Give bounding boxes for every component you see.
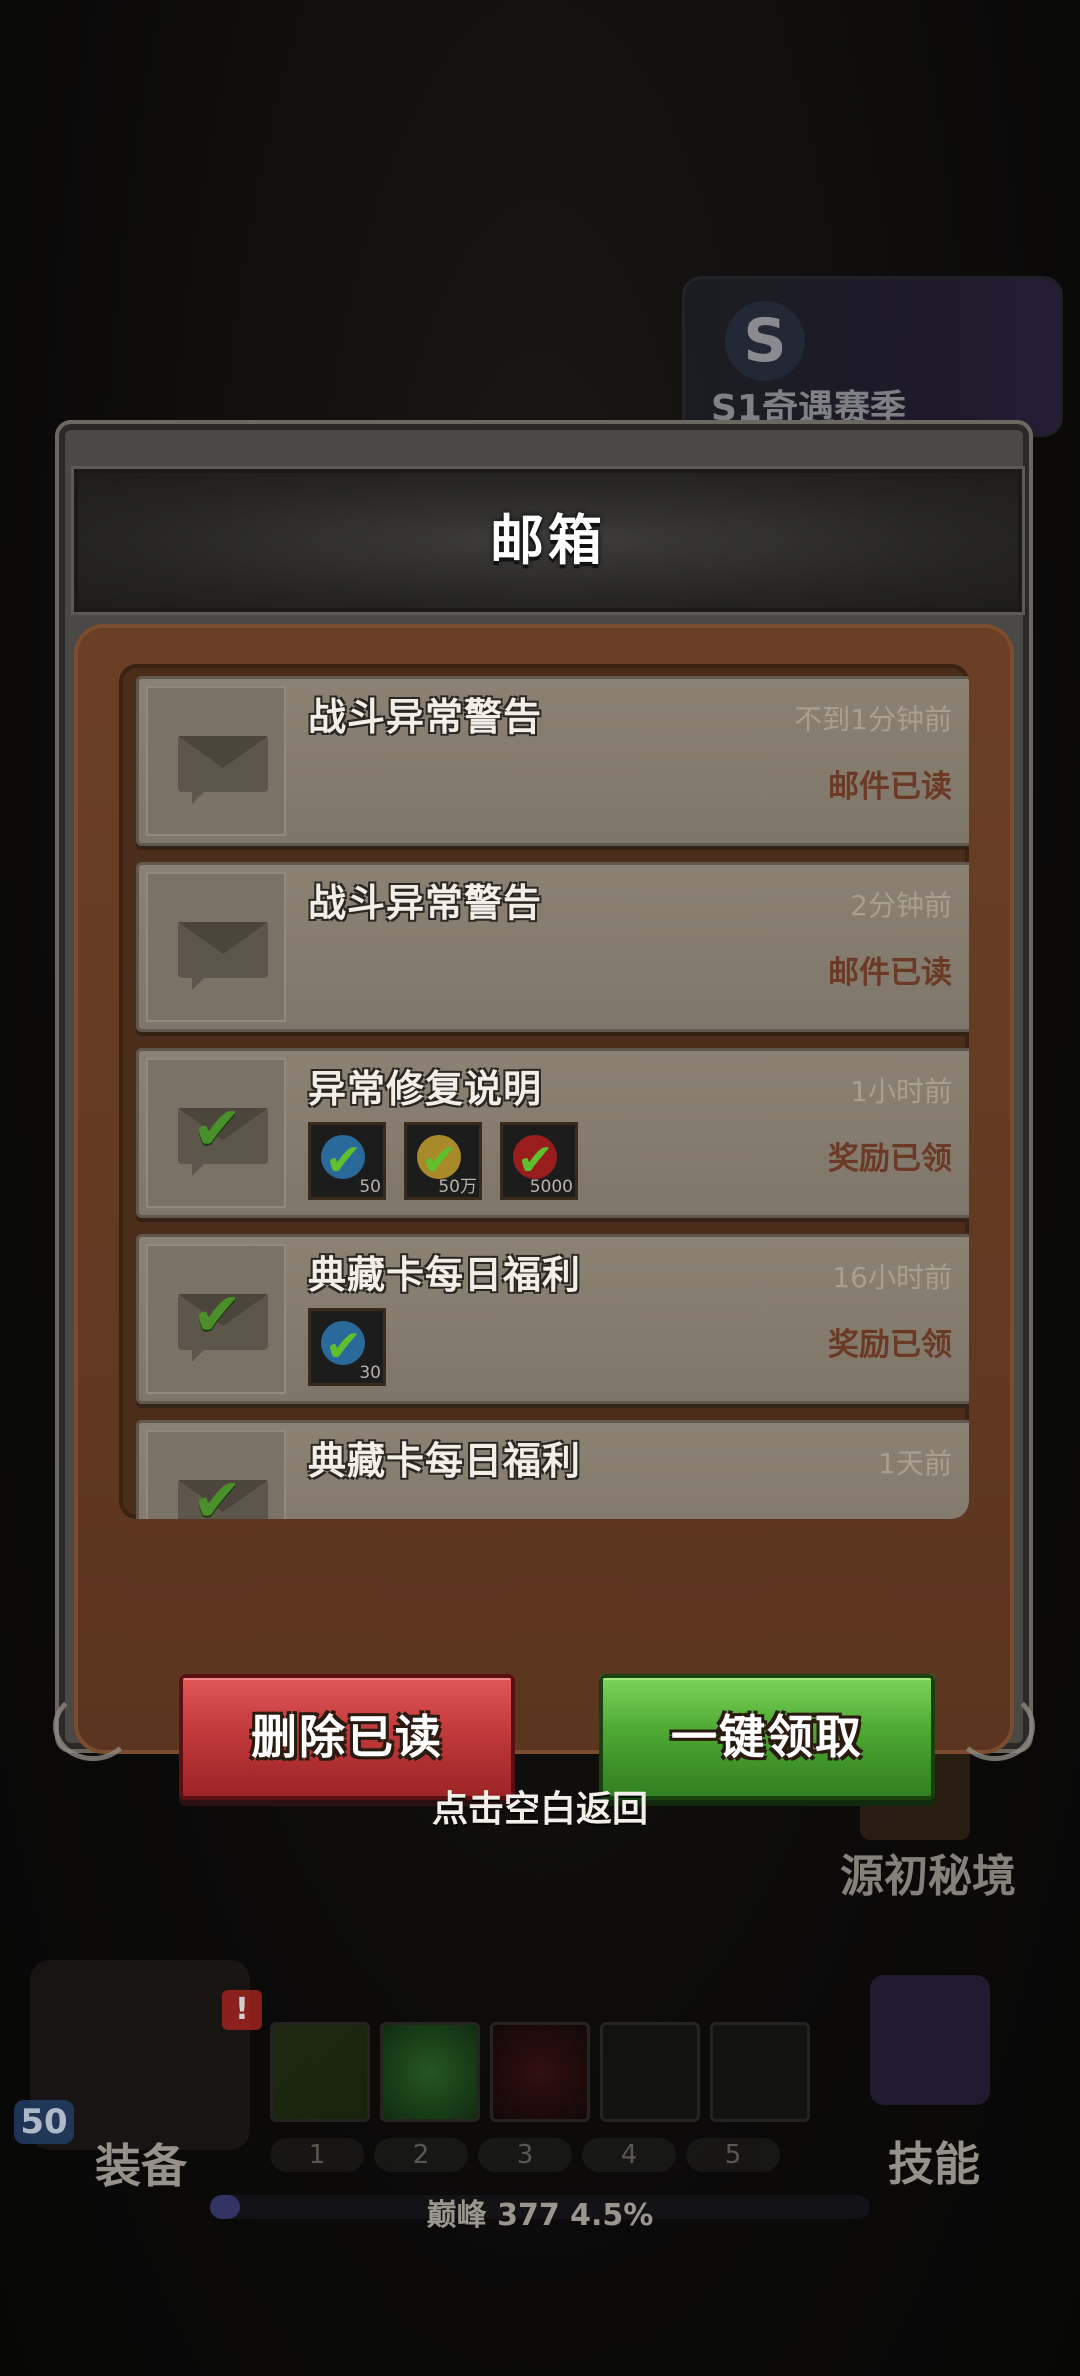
reward-list: ✔ 30 — [308, 1308, 386, 1386]
equip-label[interactable]: 装备 — [95, 2130, 187, 2196]
envelope-tail — [192, 790, 206, 804]
corner-ornament-right — [955, 1691, 1035, 1761]
mail-time: 不到1分钟前 — [794, 703, 952, 736]
mail-status: 邮件已读 — [828, 955, 952, 991]
mailbox-modal: 邮箱 战斗异常警告 不到1分钟前 邮件已读 战斗异常警告 2分钟前 邮件已读 ✔ 异常修复说明… — [53, 400, 1035, 1800]
skill-slot[interactable] — [710, 2022, 810, 2122]
checkmark-icon: ✔ — [192, 1094, 243, 1164]
reward-quantity: 50 — [359, 1177, 381, 1197]
corner-ornament-left — [53, 1691, 133, 1761]
reward-item[interactable]: ✔ 50 — [308, 1122, 386, 1200]
skill-slot[interactable] — [600, 2022, 700, 2122]
claimed-check-icon: ✔ — [325, 1321, 362, 1372]
slot-number: 1 — [270, 2138, 364, 2172]
mail-status: 奖励已领 — [828, 1141, 952, 1177]
modal-frame: 邮箱 战斗异常警告 不到1分钟前 邮件已读 战斗异常警告 2分钟前 邮件已读 ✔ 异常修复说明… — [53, 420, 1035, 1800]
season-s-icon: S — [725, 301, 805, 381]
checkmark-icon: ✔ — [192, 1466, 243, 1519]
slot-number: 4 — [582, 2138, 676, 2172]
mail-title: 典藏卡每日福利 — [308, 1253, 582, 1297]
envelope-icon — [146, 686, 286, 836]
mail-status: 奖励已领 — [828, 1327, 952, 1363]
mail-item[interactable]: ✔ 典藏卡每日福利 1天前 — [136, 1420, 969, 1519]
peak-text: 巅峰 377 4.5% — [426, 2198, 654, 2233]
mail-title: 异常修复说明 — [308, 1067, 543, 1111]
mail-time: 1小时前 — [850, 1075, 952, 1108]
reward-item[interactable]: ✔ 30 — [308, 1308, 386, 1386]
mail-item[interactable]: 战斗异常警告 2分钟前邮件已读 — [136, 862, 969, 1032]
claimed-check-icon: ✔ — [325, 1135, 362, 1186]
mail-title: 战斗异常警告 — [308, 881, 543, 925]
reward-item[interactable]: ✔ 50万 — [404, 1122, 482, 1200]
skill-slot[interactable] — [380, 2022, 480, 2122]
reward-quantity: 5000 — [529, 1177, 573, 1197]
envelope-check-icon: ✔ — [146, 1430, 286, 1519]
mail-list[interactable]: 战斗异常警告 不到1分钟前 邮件已读 战斗异常警告 2分钟前 邮件已读 ✔ 异常修复说明 1小时… — [119, 664, 969, 1519]
skill-slot[interactable] — [270, 2022, 370, 2122]
envelope-tail — [192, 976, 206, 990]
envelope-shape — [178, 736, 268, 804]
skill-slots — [270, 2022, 810, 2122]
mail-time: 1天前 — [878, 1447, 952, 1480]
origin-realm-label: 源初秘境 — [840, 1851, 1016, 1902]
mail-time: 2分钟前 — [850, 889, 952, 922]
mail-item[interactable]: ✔ 异常修复说明 1小时前 奖励已领 ✔ 50 ✔ 50万 ✔ 5000 — [136, 1048, 969, 1218]
modal-body: 战斗异常警告 不到1分钟前 邮件已读 战斗异常警告 2分钟前 邮件已读 ✔ 异常修复说明 1小时… — [74, 624, 1014, 1800]
reward-list: ✔ 50 ✔ 50万 ✔ 5000 — [308, 1122, 578, 1200]
reward-quantity: 50万 — [438, 1177, 477, 1197]
slot-number: 3 — [478, 2138, 572, 2172]
envelope-flap — [178, 922, 268, 954]
mail-status: 邮件已读 — [828, 769, 952, 805]
reward-quantity: 30 — [359, 1363, 381, 1383]
envelope-shape — [178, 922, 268, 990]
envelope-check-icon: ✔ — [146, 1058, 286, 1208]
tap-blank-return-hint[interactable]: 点击空白返回 — [0, 1780, 1080, 1832]
mail-item[interactable]: 战斗异常警告 不到1分钟前邮件已读 — [136, 676, 969, 846]
reward-item[interactable]: ✔ 5000 — [500, 1122, 578, 1200]
alert-badge: ! — [222, 1990, 262, 2030]
envelope-tail — [192, 1348, 206, 1362]
mail-time: 16小时前 — [832, 1261, 952, 1294]
envelope-icon — [146, 872, 286, 1022]
mail-title: 典藏卡每日福利 — [308, 1439, 582, 1483]
modal-title: 邮箱 — [490, 509, 606, 572]
envelope-flap — [178, 736, 268, 768]
skill-slot[interactable] — [490, 2022, 590, 2122]
slot-number: 5 — [686, 2138, 780, 2172]
modal-header: 邮箱 — [74, 469, 1022, 612]
skills-label[interactable]: 技能 — [888, 2128, 980, 2194]
mail-item[interactable]: ✔ 典藏卡每日福利 16小时前 奖励已领 ✔ 30 — [136, 1234, 969, 1404]
checkmark-icon: ✔ — [192, 1280, 243, 1350]
envelope-tail — [192, 1162, 206, 1176]
level-badge: 50 — [14, 2100, 74, 2144]
mail-title: 战斗异常警告 — [308, 695, 543, 739]
slot-numbers: 1 2 3 4 5 — [270, 2138, 780, 2172]
skill-book-icon[interactable] — [870, 1975, 990, 2105]
slot-number: 2 — [374, 2138, 468, 2172]
envelope-check-icon: ✔ — [146, 1244, 286, 1394]
